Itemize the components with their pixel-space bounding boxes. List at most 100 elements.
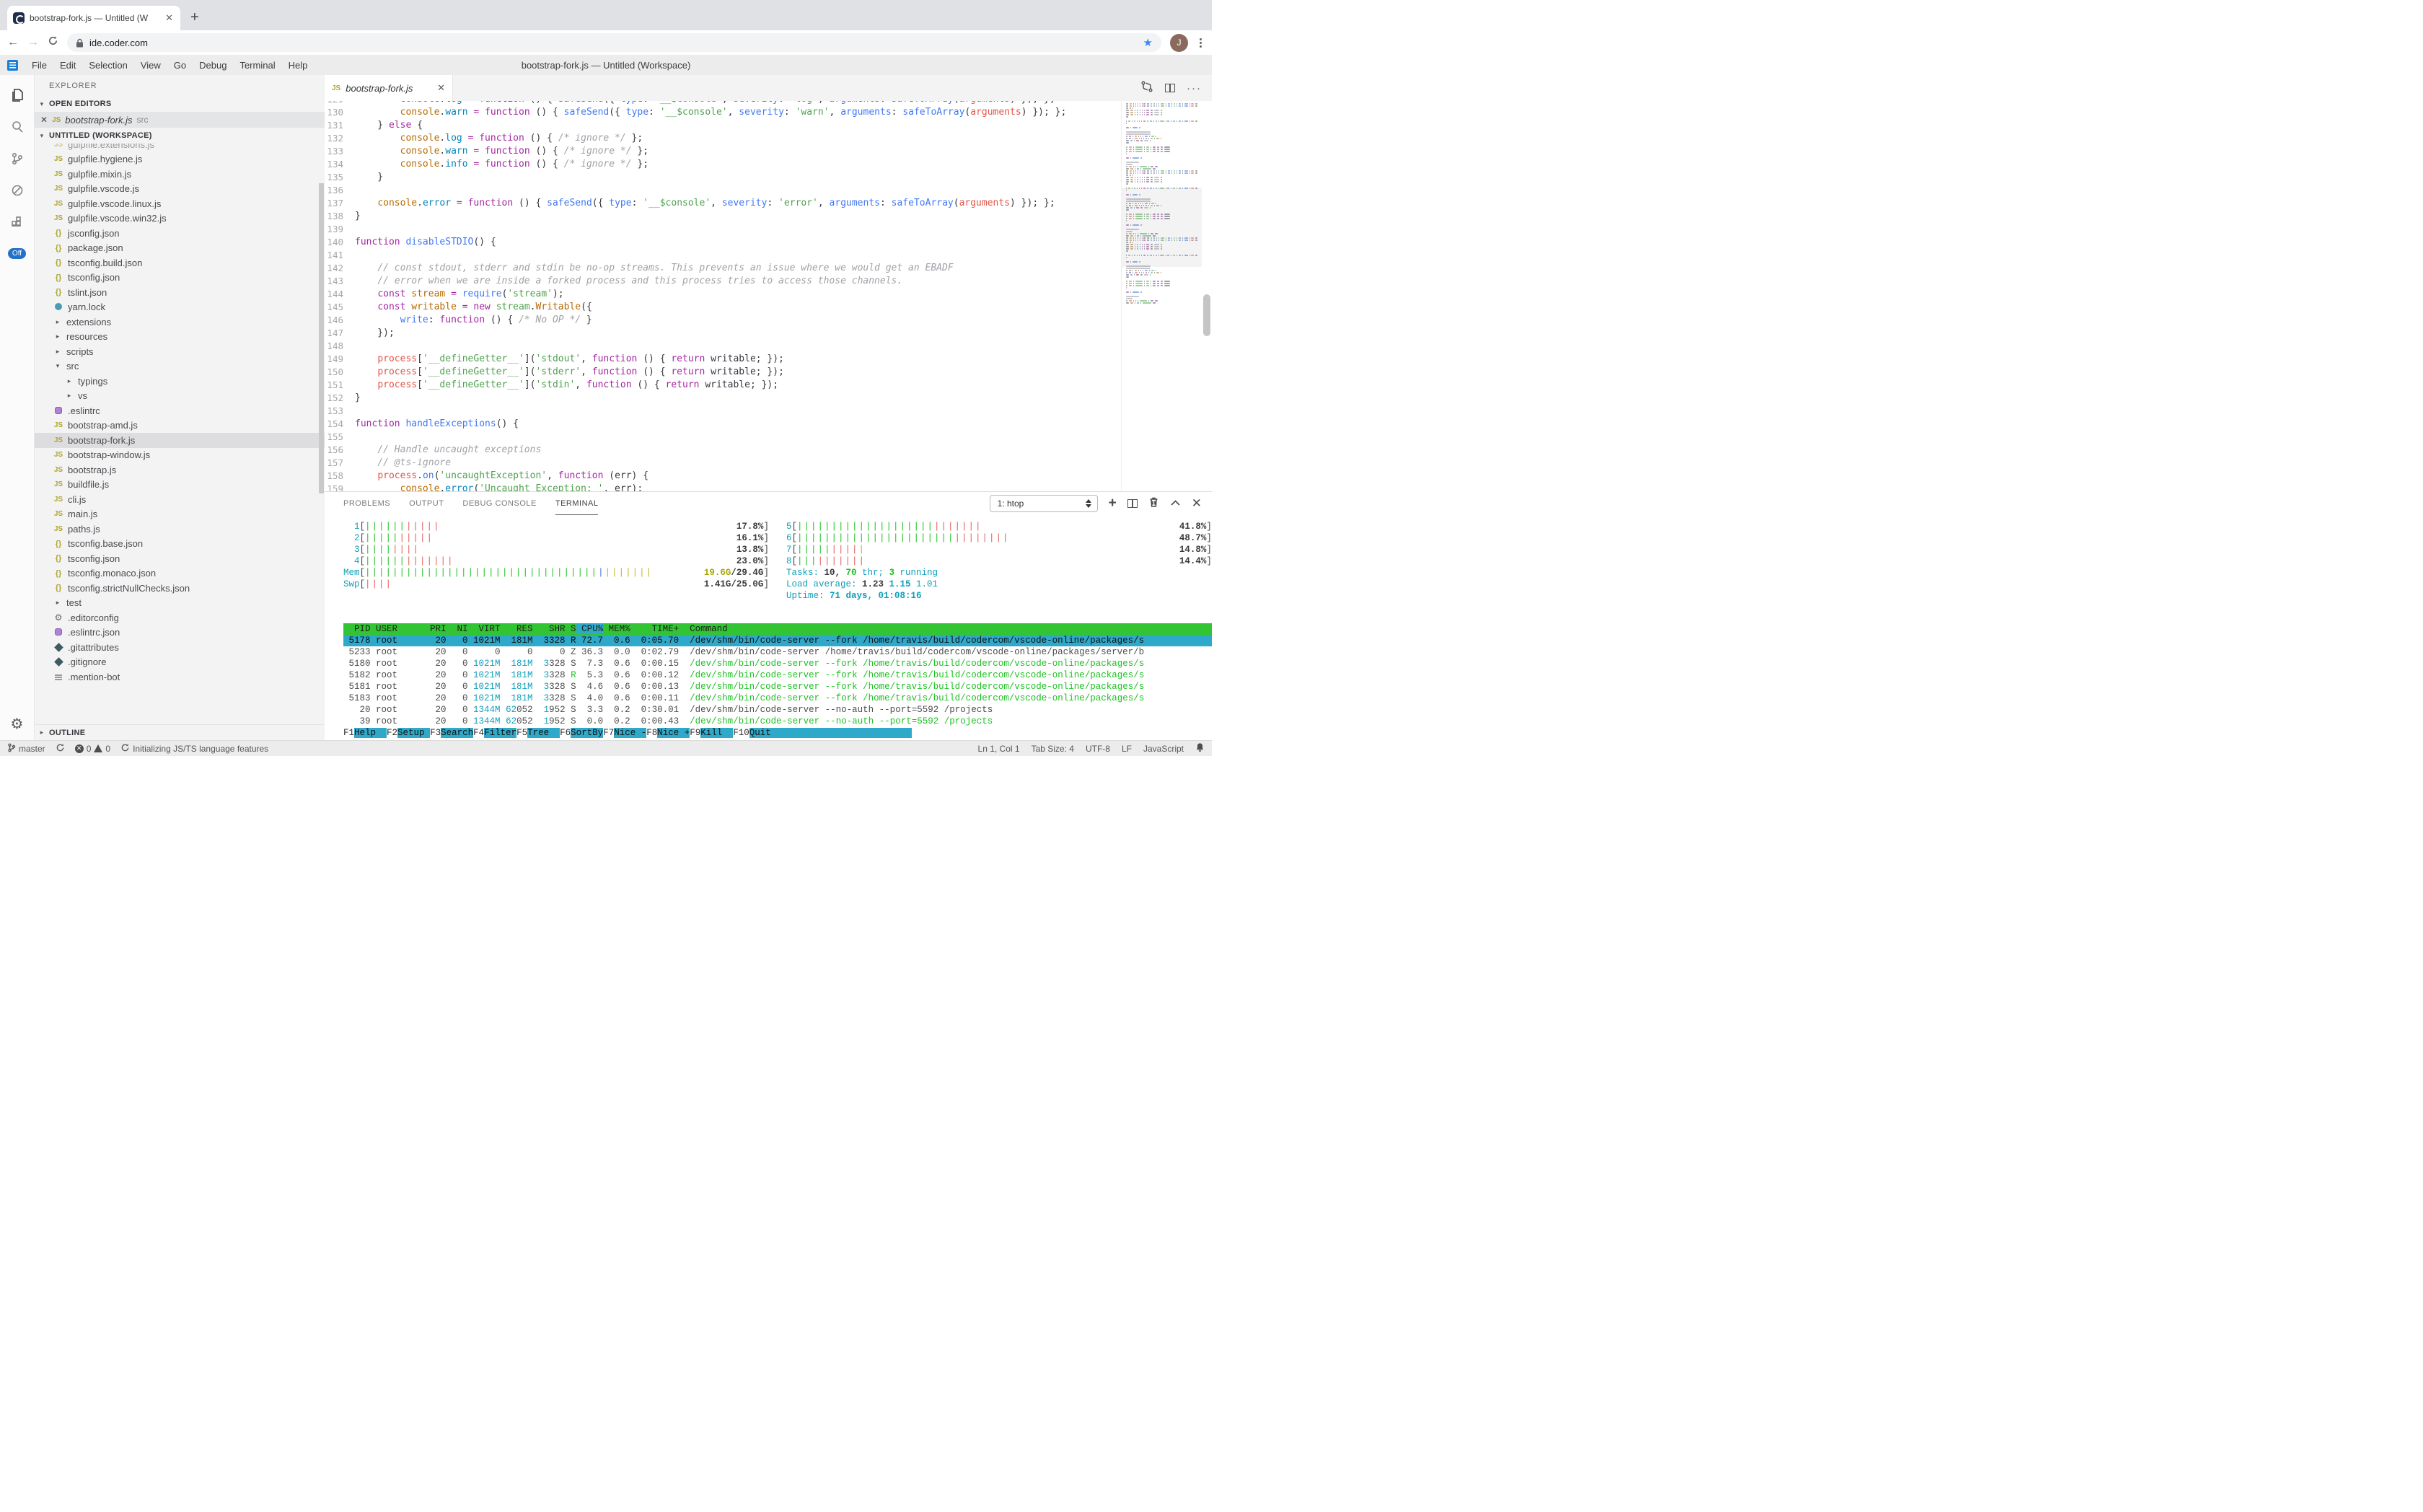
tree-item[interactable]: .gitattributes — [35, 640, 325, 655]
tree-item[interactable]: JSbootstrap.js — [35, 462, 325, 478]
tree-item[interactable]: JSgulpfile.vscode.linux.js — [35, 196, 325, 211]
scrollbar-thumb[interactable] — [1203, 294, 1210, 336]
menu-edit[interactable]: Edit — [53, 60, 82, 71]
more-actions-icon[interactable]: ··· — [1187, 82, 1202, 94]
browser-menu-icon[interactable] — [1197, 38, 1205, 48]
tree-item[interactable]: JSgulpfile.extensions.js — [35, 144, 325, 152]
statusbar-ln-1-col-1[interactable]: Ln 1, Col 1 — [978, 744, 1020, 754]
tree-item[interactable]: {}tsconfig.json — [35, 271, 325, 286]
workspace-header[interactable]: ▾ UNTITLED (WORKSPACE) — [35, 128, 325, 144]
tab-close-icon[interactable]: ✕ — [437, 82, 445, 94]
new-tab-button[interactable]: + — [190, 9, 199, 26]
tree-item[interactable]: .eslintrc.json — [35, 625, 325, 641]
close-icon[interactable]: ✕ — [40, 115, 48, 125]
editor-scrollbar[interactable] — [1202, 101, 1212, 491]
menu-terminal[interactable]: Terminal — [233, 60, 281, 71]
statusbar-lf[interactable]: LF — [1122, 744, 1132, 754]
explorer-icon[interactable] — [0, 79, 35, 111]
menu-help[interactable]: Help — [282, 60, 315, 71]
tree-item[interactable]: yarn.lock — [35, 300, 325, 315]
panel-tab-debug-console[interactable]: DEBUG CONSOLE — [462, 492, 536, 515]
tree-item[interactable]: JScli.js — [35, 492, 325, 507]
statusbar-javascript[interactable]: JavaScript — [1143, 744, 1184, 754]
search-icon[interactable] — [0, 111, 35, 143]
tree-item[interactable]: JSbootstrap-amd.js — [35, 418, 325, 434]
kill-terminal-icon[interactable] — [1148, 496, 1159, 511]
minimap-slider[interactable] — [1122, 188, 1202, 267]
tree-item[interactable]: JSbootstrap-window.js — [35, 448, 325, 463]
tree-item[interactable]: .eslintrc — [35, 403, 325, 418]
extensions-icon[interactable] — [0, 206, 35, 238]
panel-tab-terminal[interactable]: TERMINAL — [555, 492, 599, 515]
tree-item[interactable]: ▸scripts — [35, 344, 325, 359]
tree-item[interactable]: {}package.json — [35, 241, 325, 256]
statusbar-utf-8[interactable]: UTF-8 — [1086, 744, 1110, 754]
menu-selection[interactable]: Selection — [82, 60, 133, 71]
tree-item[interactable]: {}tsconfig.build.json — [35, 255, 325, 271]
tab-close-icon[interactable]: ✕ — [164, 12, 175, 24]
tree-item[interactable]: ▾src — [35, 359, 325, 374]
reload-icon[interactable] — [48, 35, 58, 50]
sync-indicator[interactable] — [56, 743, 65, 755]
source-control-icon[interactable] — [0, 143, 35, 175]
tree-item[interactable]: ▸typings — [35, 374, 325, 389]
close-panel-icon[interactable]: ✕ — [1192, 496, 1202, 511]
tree-item[interactable]: JSpaths.js — [35, 522, 325, 537]
open-editor-item[interactable]: ✕ JS bootstrap-fork.js src — [35, 112, 325, 128]
tree-item[interactable]: {}tsconfig.base.json — [35, 537, 325, 552]
sidebar-scrollbar[interactable] — [319, 183, 324, 493]
browser-tab[interactable]: bootstrap-fork.js — Untitled (W ✕ — [7, 6, 180, 30]
open-editors-header[interactable]: ▾ OPEN EDITORS — [35, 96, 325, 112]
tree-item[interactable]: {}tslint.json — [35, 285, 325, 300]
tree-item[interactable]: .mention-bot — [35, 669, 325, 685]
code-token: ]( — [524, 353, 536, 364]
tree-item[interactable]: {}tsconfig.strictNullChecks.json — [35, 581, 325, 596]
tree-item[interactable]: {}tsconfig.json — [35, 551, 325, 566]
menu-view[interactable]: View — [134, 60, 167, 71]
panel-tab-output[interactable]: OUTPUT — [409, 492, 444, 515]
tree-item[interactable]: JSgulpfile.mixin.js — [35, 167, 325, 182]
debug-off-icon[interactable] — [0, 175, 35, 206]
tree-item[interactable]: {}tsconfig.monaco.json — [35, 566, 325, 581]
split-terminal-icon[interactable] — [1127, 499, 1138, 508]
avatar[interactable]: J — [1170, 34, 1188, 52]
tree-item[interactable]: JSgulpfile.hygiene.js — [35, 152, 325, 167]
panel-tab-problems[interactable]: PROBLEMS — [343, 492, 390, 515]
tree-item[interactable]: .gitignore — [35, 655, 325, 670]
code-editor[interactable]: 129 console.log = function () { safeSend… — [325, 101, 1212, 491]
tree-item[interactable]: ⚙.editorconfig — [35, 610, 325, 625]
language-status[interactable]: Initializing JS/TS language features — [120, 743, 268, 755]
menu-debug[interactable]: Debug — [193, 60, 233, 71]
tree-item[interactable]: ▸vs — [35, 389, 325, 404]
split-editor-icon[interactable] — [1165, 84, 1175, 92]
maximize-panel-icon[interactable] — [1170, 497, 1181, 510]
branch-indicator[interactable]: master — [7, 743, 45, 755]
terminal-select[interactable]: 1: htop — [990, 495, 1098, 512]
address-bar[interactable]: ide.coder.com ★ — [67, 33, 1161, 52]
bookmark-star-icon[interactable]: ★ — [1143, 36, 1153, 49]
back-icon[interactable]: ← — [7, 36, 19, 49]
tree-item[interactable]: JSgulpfile.vscode.js — [35, 182, 325, 197]
tree-item[interactable]: ▸test — [35, 596, 325, 611]
menu-go[interactable]: Go — [167, 60, 193, 71]
forward-icon[interactable]: → — [27, 36, 39, 49]
tree-item[interactable]: JSmain.js — [35, 507, 325, 522]
off-badge[interactable]: Off — [8, 248, 26, 259]
menu-file[interactable]: File — [25, 60, 53, 71]
statusbar-tab-size-4[interactable]: Tab Size: 4 — [1032, 744, 1074, 754]
terminal[interactable]: 1[|||||||||||17.8%]2[||||||||||16.1%]3[|… — [325, 515, 1212, 740]
minimap[interactable] — [1121, 101, 1202, 491]
editor-tab[interactable]: JS bootstrap-fork.js ✕ — [325, 75, 453, 101]
tree-item[interactable]: JSbuildfile.js — [35, 478, 325, 493]
problems-indicator[interactable]: ✕ 0 0 — [75, 744, 110, 754]
tree-item[interactable]: JSgulpfile.vscode.win32.js — [35, 211, 325, 227]
tree-item[interactable]: JSbootstrap-fork.js — [35, 433, 325, 448]
settings-gear-icon[interactable]: ⚙ — [11, 715, 24, 733]
tree-item[interactable]: ▸resources — [35, 330, 325, 345]
outline-header[interactable]: ▸ OUTLINE — [35, 724, 325, 740]
tree-item[interactable]: ▸extensions — [35, 315, 325, 330]
new-terminal-icon[interactable]: + — [1109, 496, 1117, 511]
bell-icon[interactable] — [1195, 742, 1205, 755]
tree-item[interactable]: {}jsconfig.json — [35, 226, 325, 241]
toggle-changes-icon[interactable] — [1140, 81, 1153, 96]
